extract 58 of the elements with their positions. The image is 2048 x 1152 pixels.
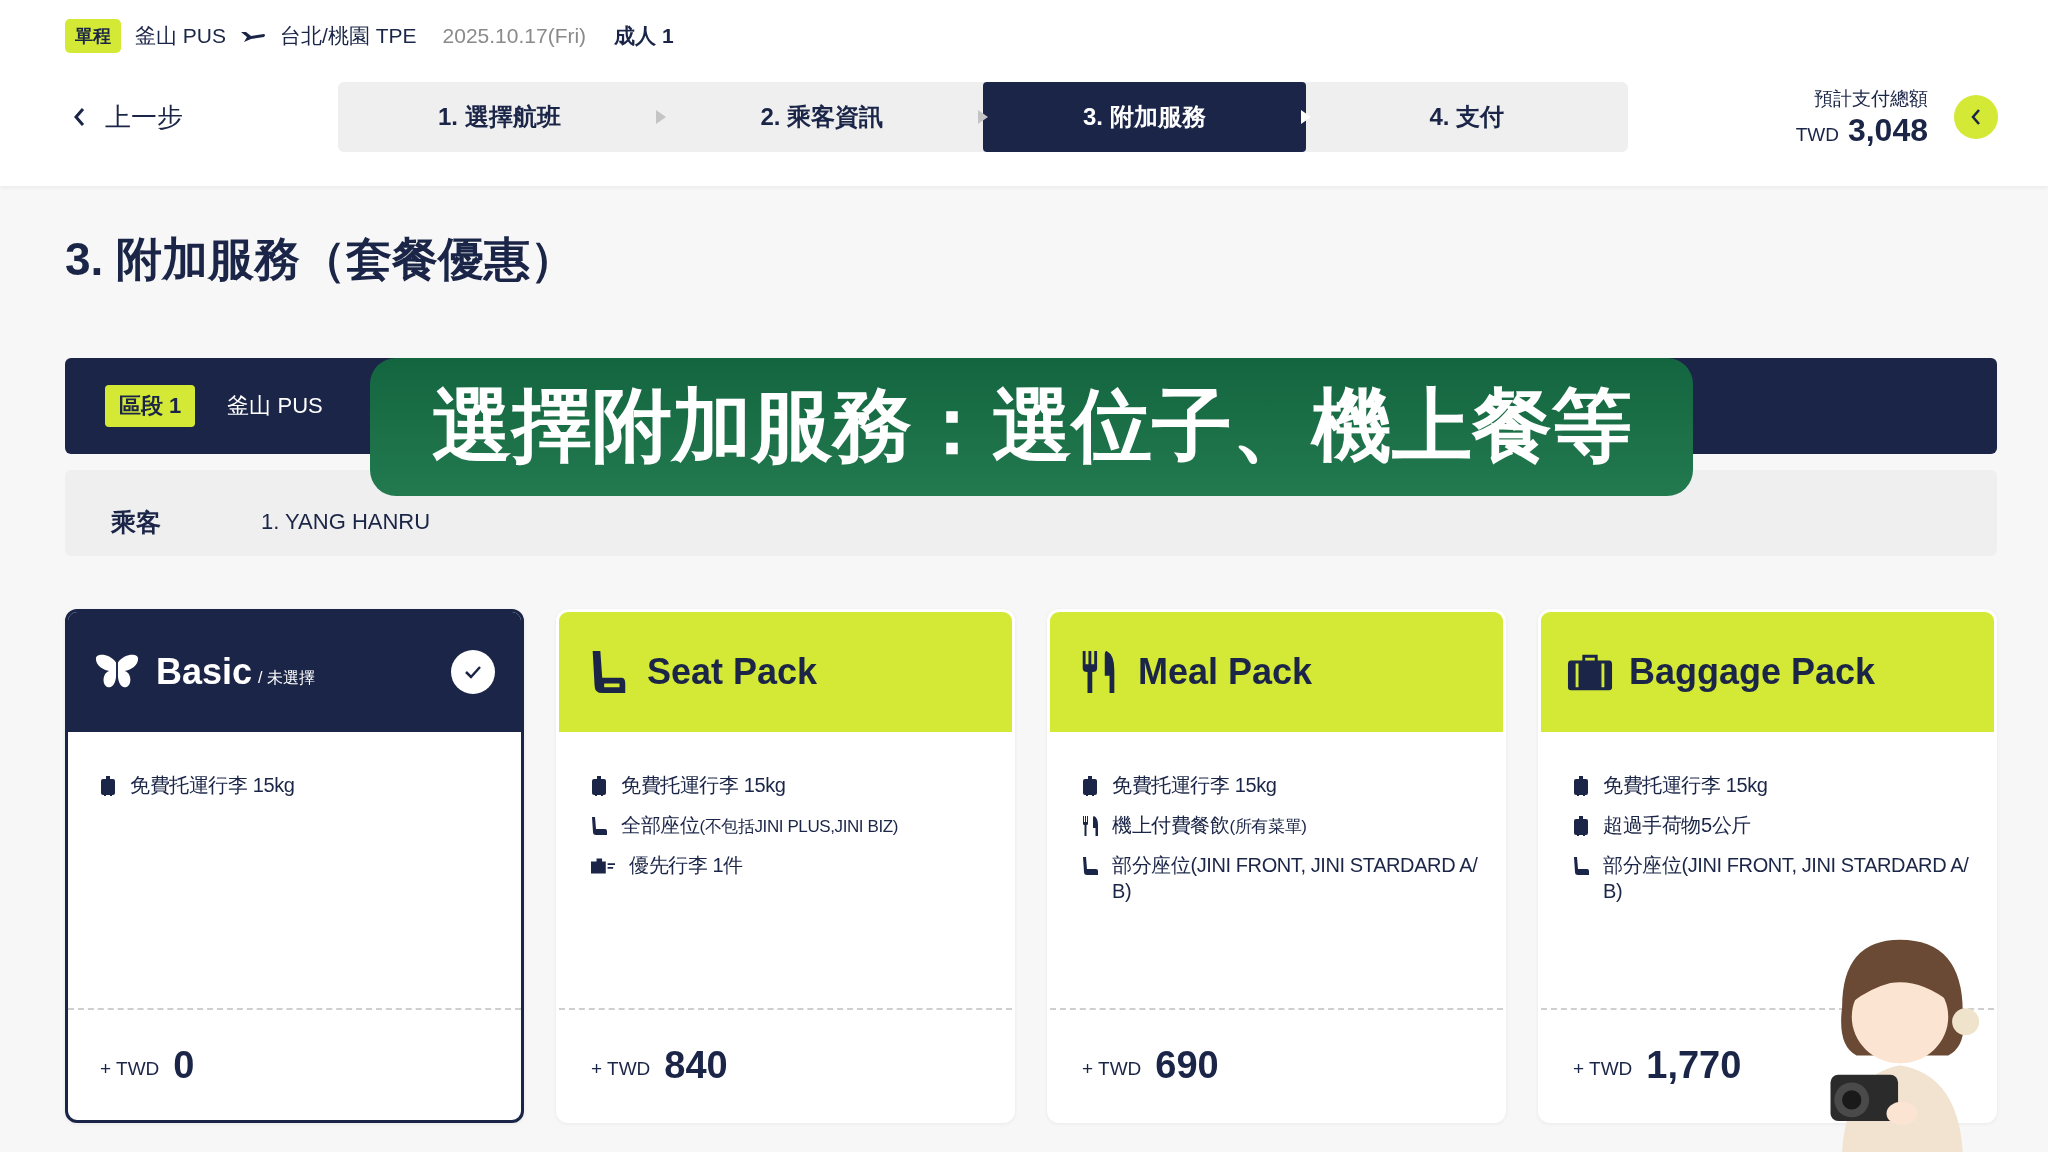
total-label: 預計支付總額	[1814, 86, 1928, 111]
pack-title: Basic	[156, 651, 253, 693]
pack-price: 1,770	[1646, 1043, 1742, 1087]
collapse-button[interactable]	[1954, 95, 1998, 139]
chevron-left-icon	[73, 107, 85, 127]
checkmark-icon	[451, 650, 495, 694]
pack-price: 0	[173, 1043, 195, 1087]
pack-price: 690	[1155, 1043, 1219, 1087]
chevron-left-icon	[1970, 107, 1982, 127]
segment-origin: 釜山 PUS	[227, 392, 323, 420]
seat-icon	[591, 816, 607, 836]
pack-card[interactable]: Baggage Pack 免費托運行李 15kg 超過手荷物5公斤 部分座位(JINI FRONT, JINI STARDARD A/ B) + TWD 1,770	[1538, 609, 1997, 1123]
flight-date: 2025.10.17(Fri)	[442, 24, 587, 48]
pack-title: Meal Pack	[1138, 651, 1313, 693]
step-arrow-icon	[1300, 110, 1311, 124]
luggage-icon	[1573, 776, 1589, 796]
passenger-label: 乘客	[111, 506, 161, 538]
pack-card[interactable]: Basic / 未選擇 免費托運行李 15kg + TWD 0	[65, 609, 524, 1123]
back-button[interactable]: 上一步	[65, 92, 338, 142]
feature-text: 免費托運行李 15kg	[1112, 773, 1277, 798]
price-currency: + TWD	[1573, 1058, 1633, 1080]
luggage-icon	[1082, 776, 1098, 796]
pack-subtitle: / 未選擇	[258, 667, 315, 688]
luggage-icon	[591, 776, 607, 796]
passenger-name: 1. YANG HANRU	[261, 509, 431, 535]
seat-icon	[1573, 856, 1589, 876]
step-tab[interactable]: 4. 支付	[1305, 82, 1628, 152]
feature-text: 免費托運行李 15kg	[130, 773, 295, 798]
seat-icon	[1082, 856, 1098, 877]
feature-text: 免費托運行李 15kg	[1603, 773, 1768, 798]
price-currency: + TWD	[100, 1058, 160, 1080]
trip-type-badge: 單程	[65, 19, 121, 53]
step-arrow-icon	[655, 110, 666, 124]
luggage-icon	[1573, 816, 1589, 836]
pack-title: Seat Pack	[647, 651, 818, 693]
fork-knife-icon	[1082, 816, 1098, 836]
pack-price: 840	[664, 1043, 728, 1087]
step-tab[interactable]: 1. 選擇航班	[338, 82, 661, 152]
passenger-count: 成人 1	[614, 23, 674, 49]
price-currency: + TWD	[1082, 1058, 1142, 1080]
feature-text: 超過手荷物5公斤	[1603, 813, 1751, 838]
feature-text: 部分座位(JINI FRONT, JINI STARDARD A/ B)	[1603, 853, 1970, 904]
page-title: 3. 附加服務（套餐優惠）	[65, 232, 578, 287]
caption-banner: 選擇附加服務：選位子、機上餐等	[370, 358, 1693, 496]
luggage-icon	[100, 776, 116, 796]
feature-text: 免費托運行李 15kg	[621, 773, 786, 798]
step-tab[interactable]: 2. 乘客資訊	[660, 82, 983, 152]
step-arrow-icon	[978, 110, 988, 124]
total-amount: TWD 3,048	[1795, 111, 1928, 149]
segment-badge: 區段 1	[105, 385, 196, 427]
destination-city: 台北/桃園 TPE	[280, 23, 417, 49]
pack-title: Baggage Pack	[1629, 651, 1876, 693]
feature-text: 優先行李 1件	[629, 853, 743, 879]
feature-text: 部分座位(JINI FRONT, JINI STARDARD A/ B)	[1112, 853, 1479, 905]
origin-city: 釜山 PUS	[135, 23, 226, 49]
step-tab[interactable]: 3. 附加服務	[983, 82, 1306, 152]
price-currency: + TWD	[591, 1058, 651, 1080]
plane-icon	[240, 29, 266, 43]
